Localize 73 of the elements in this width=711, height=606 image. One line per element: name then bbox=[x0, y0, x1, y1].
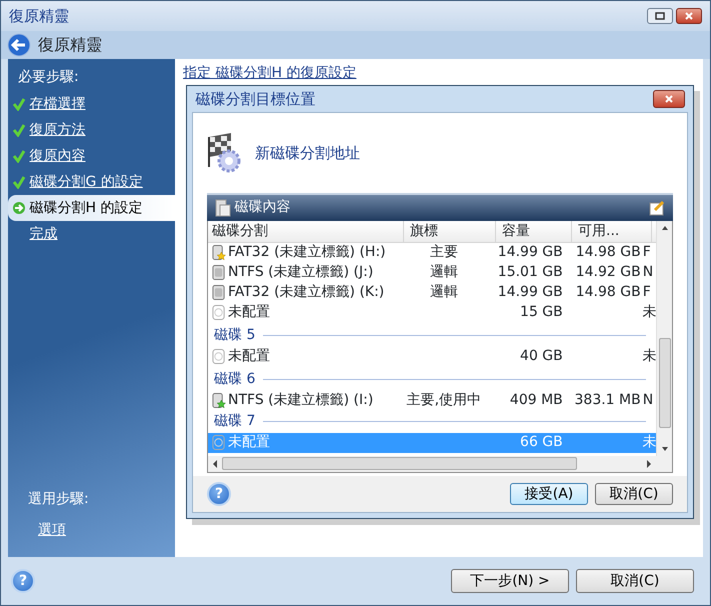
panel-title: 磁碟內容 bbox=[234, 198, 290, 218]
edit-icon[interactable] bbox=[649, 200, 665, 216]
table-cell-text: NTFS (未建立標籤) (J:) bbox=[228, 263, 374, 282]
step-link[interactable]: 復原方法 bbox=[30, 120, 86, 141]
step-link[interactable]: 復原內容 bbox=[30, 146, 86, 167]
dialog-button[interactable]: 接受(A) bbox=[510, 483, 588, 505]
disk-label: 磁碟 5 bbox=[214, 326, 256, 346]
table-cell: 66 GB bbox=[520, 434, 563, 450]
table-row[interactable]: NTFS (未建立標籤) (J:) 邏輯 15.01 GB 14.92 GB N bbox=[208, 262, 656, 283]
table-row[interactable]: 未配置 15 GB 未 bbox=[208, 302, 656, 323]
step-link[interactable]: 選項 bbox=[38, 520, 66, 541]
flag-gear-icon bbox=[207, 132, 241, 173]
table-cell: 主要 bbox=[430, 244, 458, 260]
wizard-title: 復原精靈 bbox=[38, 34, 102, 56]
table-row[interactable]: NTFS (未建立標籤) (I:) 主要,使用中 409 MB 383.1 MB N bbox=[208, 390, 656, 411]
table-cell-text: FAT32 (未建立標籤) (H:) bbox=[228, 243, 386, 262]
disk-label: 磁碟 7 bbox=[214, 412, 256, 432]
table-cell: 14.99 GB bbox=[498, 284, 563, 300]
back-icon[interactable] bbox=[7, 32, 31, 57]
step-link[interactable]: 存檔選擇 bbox=[30, 94, 86, 115]
table-row[interactable]: FAT32 (未建立標籤) (H:) 主要 14.99 GB 14.98 GB F bbox=[208, 242, 656, 263]
table-cell: 15 GB bbox=[520, 304, 563, 320]
column-header[interactable]: 磁碟分割 bbox=[208, 220, 404, 242]
disk-label: 磁碟 6 bbox=[214, 370, 256, 390]
table-cell: F bbox=[642, 284, 651, 300]
column-header[interactable]: 旗標 bbox=[404, 220, 496, 242]
table-cell: 邏輯 bbox=[430, 284, 458, 300]
scrollbar[interactable] bbox=[656, 220, 672, 456]
disk-icon bbox=[215, 198, 231, 217]
wizard-button[interactable]: 下一步(N) > bbox=[451, 569, 569, 594]
table-cell: F bbox=[642, 244, 651, 260]
table-cell: 409 MB bbox=[510, 392, 563, 408]
restore-icon bbox=[654, 12, 664, 20]
table-cell: N bbox=[642, 392, 654, 408]
table-cell: 15.01 GB bbox=[498, 264, 563, 280]
wizard-button[interactable]: 取消(C) bbox=[576, 569, 694, 594]
section-heading: 選用步驟: bbox=[27, 490, 90, 510]
table-cell-text: FAT32 (未建立標籤) (K:) bbox=[228, 283, 384, 302]
restore-button[interactable] bbox=[646, 8, 672, 24]
table-cell: 未 bbox=[642, 434, 656, 450]
table-cell: 383.1 MB bbox=[574, 392, 641, 408]
page-heading: 指定 磁碟分割H 的復原設定 bbox=[183, 64, 356, 81]
table-cell: 邏輯 bbox=[430, 264, 458, 280]
dialog-title: 磁碟分割目標位置 bbox=[196, 88, 316, 110]
scrollbar[interactable] bbox=[208, 456, 672, 472]
table-row[interactable]: 未配置 40 GB 未 bbox=[208, 346, 656, 367]
arrow-icon bbox=[12, 201, 26, 216]
table-cell: 14.98 GB bbox=[576, 284, 641, 300]
table-cell-text: 未配置 bbox=[228, 433, 270, 452]
table-cell: 14.98 GB bbox=[576, 244, 641, 260]
window-title: 復原精靈 bbox=[9, 6, 69, 27]
close-icon bbox=[664, 94, 674, 104]
section-heading: 必要步驟: bbox=[17, 68, 80, 87]
step-link[interactable]: 完成 bbox=[30, 224, 58, 245]
table-cell: 14.92 GB bbox=[576, 264, 641, 280]
column-header[interactable]: 可用... bbox=[572, 220, 652, 242]
table-cell-text: 未配置 bbox=[228, 347, 270, 366]
table-cell: 40 GB bbox=[520, 348, 563, 364]
close-icon bbox=[684, 11, 694, 21]
close-button[interactable] bbox=[676, 8, 702, 24]
table-cell-text: NTFS (未建立標籤) (I:) bbox=[228, 391, 374, 410]
close-button[interactable] bbox=[652, 90, 684, 108]
table-cell: 未 bbox=[642, 304, 656, 320]
table-cell-text: 未配置 bbox=[228, 303, 270, 322]
dialog-button[interactable]: 取消(C) bbox=[595, 483, 673, 505]
table-cell: N bbox=[642, 264, 654, 280]
table-row[interactable]: FAT32 (未建立標籤) (K:) 邏輯 14.99 GB 14.98 GB F bbox=[208, 282, 656, 303]
table-cell: 未 bbox=[642, 348, 656, 364]
column-header[interactable]: 容量 bbox=[496, 220, 572, 242]
section-heading: 新磁碟分割地址 bbox=[255, 142, 360, 164]
table-cell: 14.99 GB bbox=[498, 244, 563, 260]
step-link[interactable]: 磁碟分割G 的設定 bbox=[30, 172, 143, 193]
table-cell: 主要,使用中 bbox=[406, 392, 482, 408]
